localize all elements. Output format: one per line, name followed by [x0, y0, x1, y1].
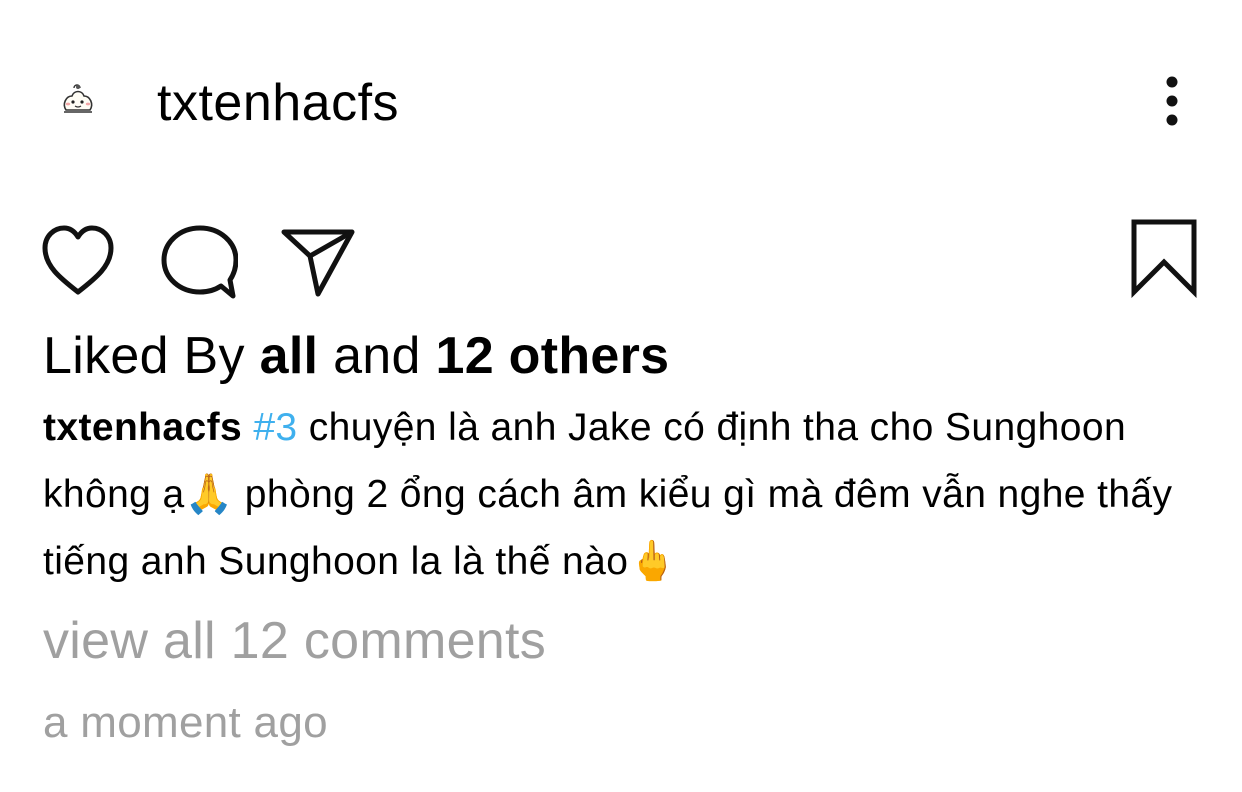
more-vertical-icon [1166, 76, 1178, 126]
likes-prefix: Liked By [43, 327, 245, 385]
paper-plane-icon [281, 229, 355, 297]
post-username[interactable]: txtenhacfs [157, 72, 399, 134]
post-actions-bar [0, 210, 1242, 300]
likes-conjunction: and [333, 327, 421, 385]
likes-summary[interactable]: Liked By all and 12 others [43, 325, 669, 387]
bookmark-icon [1131, 219, 1197, 299]
post-timestamp: a moment ago [43, 698, 328, 747]
post-header: txtenhacfs [0, 0, 1242, 200]
comment-bubble-icon [161, 225, 239, 299]
middle-finger-emoji: 🖕 [628, 539, 678, 584]
cartoon-avatar-icon [63, 84, 93, 113]
caption-hashtag[interactable]: #3 [253, 406, 297, 449]
share-button[interactable] [280, 220, 356, 300]
likes-others-count[interactable]: 12 others [435, 327, 669, 385]
comment-button[interactable] [160, 220, 239, 300]
folded-hands-emoji: 🙏 [184, 472, 234, 517]
first-liker[interactable]: all [260, 327, 319, 385]
avatar[interactable] [52, 74, 104, 126]
caption-username[interactable]: txtenhacfs [43, 406, 242, 449]
post-caption: txtenhacfs #3 chuyện là anh Jake có định… [43, 394, 1193, 595]
save-button[interactable] [1128, 216, 1200, 299]
heart-icon [42, 225, 114, 295]
like-button[interactable] [40, 220, 116, 300]
view-all-comments-link[interactable]: view all 12 comments [43, 610, 546, 672]
more-options-button[interactable] [1152, 74, 1192, 128]
